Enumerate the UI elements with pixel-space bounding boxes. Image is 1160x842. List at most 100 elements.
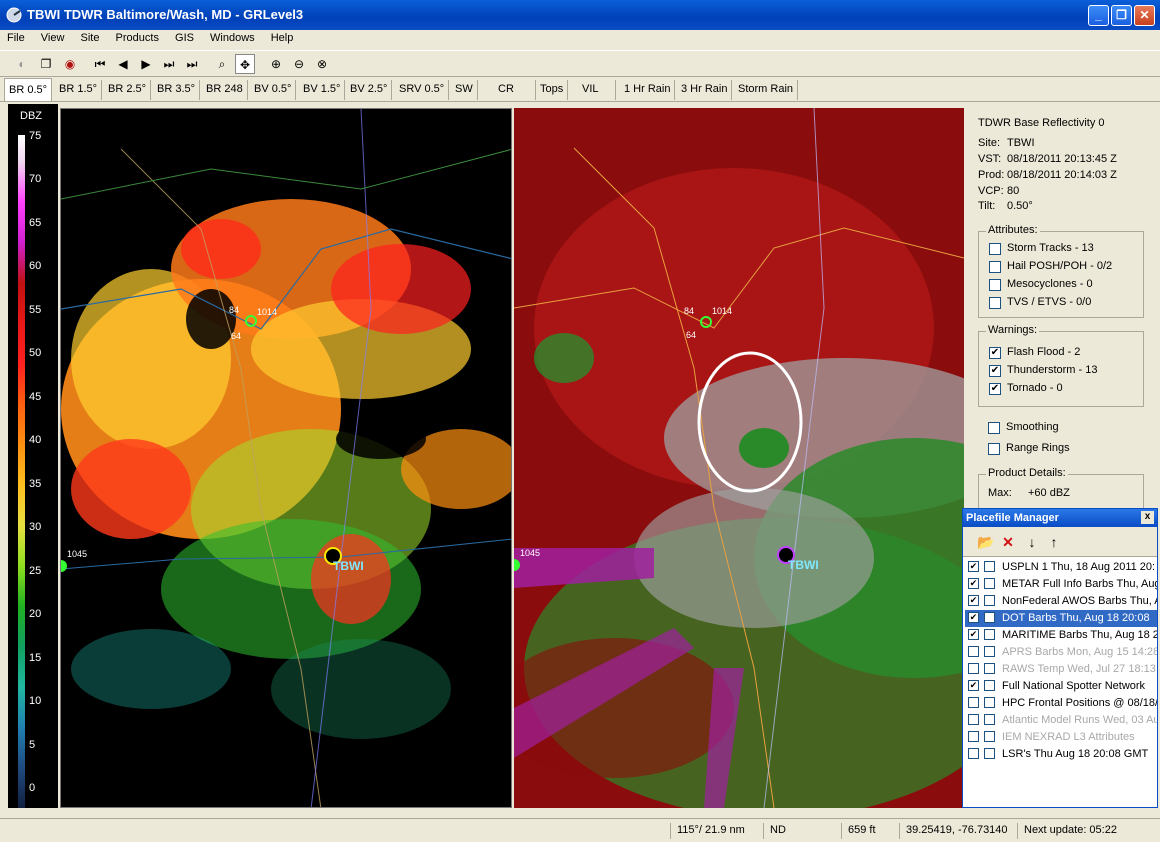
stop-icon[interactable]: ◉ xyxy=(60,54,80,74)
placefile-enable-checkbox[interactable]: ✔ xyxy=(968,629,979,640)
placefile-enable-checkbox[interactable] xyxy=(968,714,979,725)
zoom-out-icon[interactable]: ⊖ xyxy=(289,54,309,74)
tab-tops[interactable]: Tops xyxy=(536,80,569,100)
tab-br-0-5[interactable]: BR 0.5° xyxy=(4,78,53,102)
scale-tick: 30 xyxy=(29,521,42,533)
reflectivity-radar-view[interactable]: 84 1014 64 1045 TBWI xyxy=(60,108,512,808)
placefile-option-checkbox[interactable] xyxy=(984,629,995,640)
placefile-enable-checkbox[interactable]: ✔ xyxy=(968,680,979,691)
placefile-row[interactable]: ✔ USPLN 1 Thu, 18 Aug 2011 20: xyxy=(965,559,1157,576)
minimize-button[interactable]: _ xyxy=(1088,5,1109,26)
tab-storm-rain[interactable]: Storm Rain xyxy=(734,80,799,100)
delete-icon[interactable]: ✕ xyxy=(1000,534,1016,550)
smoothing-checkbox[interactable] xyxy=(988,422,1000,434)
tab-br-2-5[interactable]: BR 2.5° xyxy=(104,80,152,100)
attribute-checkbox[interactable] xyxy=(989,261,1001,273)
move-down-icon[interactable]: ↓ xyxy=(1024,534,1040,550)
placefile-option-checkbox[interactable] xyxy=(984,714,995,725)
zoom-icon[interactable]: ⌕ xyxy=(212,54,232,74)
tab-1-hr-rain[interactable]: 1 Hr Rain xyxy=(620,80,676,100)
move-up-icon[interactable]: ↑ xyxy=(1046,534,1062,550)
menu-view[interactable]: View xyxy=(34,30,71,44)
velocity-radar-view[interactable]: 84 1014 64 1045 TBWI xyxy=(514,108,964,808)
close-button[interactable]: ✕ xyxy=(1134,5,1155,26)
tab-br-1-5[interactable]: BR 1.5° xyxy=(55,80,103,100)
placefile-enable-checkbox[interactable]: ✔ xyxy=(968,578,979,589)
placefile-enable-checkbox[interactable] xyxy=(968,731,979,742)
tab-sw[interactable]: SW xyxy=(451,80,478,100)
placefile-enable-checkbox[interactable]: ✔ xyxy=(968,612,979,623)
placefile-row[interactable]: Atlantic Model Runs Wed, 03 Au xyxy=(965,712,1157,729)
tab-srv-0-5[interactable]: SRV 0.5° xyxy=(395,80,450,100)
placefile-option-checkbox[interactable] xyxy=(984,612,995,623)
menu-windows[interactable]: Windows xyxy=(203,30,261,44)
placefile-option-checkbox[interactable] xyxy=(984,561,995,572)
placefile-enable-checkbox[interactable]: ✔ xyxy=(968,561,979,572)
last-frame-icon[interactable]: ⏭ xyxy=(182,54,202,74)
radar-site-label: TBWI xyxy=(788,558,819,572)
disabled-copy-icon[interactable]: ◐ xyxy=(12,54,32,74)
placefile-enable-checkbox[interactable] xyxy=(968,748,979,759)
placefile-close-button[interactable]: x xyxy=(1141,511,1154,524)
menu-products[interactable]: Products xyxy=(109,30,165,44)
placefile-enable-checkbox[interactable] xyxy=(968,663,979,674)
placefile-title: Placefile Manager xyxy=(966,512,1059,524)
placefile-option-checkbox[interactable] xyxy=(984,748,995,759)
placefile-option-checkbox[interactable] xyxy=(984,680,995,691)
pan-icon[interactable]: ✥ xyxy=(235,54,255,74)
tab-cr[interactable]: CR xyxy=(494,80,536,100)
placefile-row[interactable]: ✔ MARITIME Barbs Thu, Aug 18 2 xyxy=(965,627,1157,644)
vst-label: VST: xyxy=(978,153,1002,165)
tab-bv-0-5[interactable]: BV 0.5° xyxy=(250,80,297,100)
step-back-icon[interactable]: ◀ xyxy=(113,54,133,74)
tab-bv-2-5[interactable]: BV 2.5° xyxy=(346,80,393,100)
tab-br-248[interactable]: BR 248 xyxy=(202,80,248,100)
tilt-label: Tilt: xyxy=(978,200,996,212)
placefile-option-checkbox[interactable] xyxy=(984,646,995,657)
menu-gis[interactable]: GIS xyxy=(168,30,200,44)
placefile-option-checkbox[interactable] xyxy=(984,697,995,708)
attribute-checkbox[interactable] xyxy=(989,243,1001,255)
placefile-option-checkbox[interactable] xyxy=(984,663,995,674)
attribute-checkbox[interactable] xyxy=(989,279,1001,291)
tab-bv-1-5[interactable]: BV 1.5° xyxy=(299,80,346,100)
placefile-option-checkbox[interactable] xyxy=(984,595,995,606)
warning-checkbox[interactable]: ✔ xyxy=(989,365,1001,377)
first-frame-icon[interactable]: ⏮ xyxy=(90,54,110,74)
placefile-option-checkbox[interactable] xyxy=(984,578,995,589)
placefile-row[interactable]: ✔ METAR Full Info Barbs Thu, Aug xyxy=(965,576,1157,593)
menu-file[interactable]: File xyxy=(0,30,31,44)
placefile-row[interactable]: RAWS Temp Wed, Jul 27 18:13 xyxy=(965,661,1157,678)
app-icon xyxy=(6,7,22,23)
zoom-reset-icon[interactable]: ⊗ xyxy=(312,54,332,74)
radar-site-label: TBWI xyxy=(333,559,364,573)
placefile-row[interactable]: HPC Frontal Positions @ 08/18/ xyxy=(965,695,1157,712)
tab-vil[interactable]: VIL xyxy=(578,80,616,100)
placefile-enable-checkbox[interactable]: ✔ xyxy=(968,595,979,606)
step-forward-icon[interactable]: ⏭ xyxy=(159,54,179,74)
open-folder-icon[interactable]: 📂 xyxy=(977,534,994,550)
menu-help[interactable]: Help xyxy=(264,30,300,44)
placefile-row[interactable]: APRS Barbs Mon, Aug 15 14:28 xyxy=(965,644,1157,661)
tab-br-3-5[interactable]: BR 3.5° xyxy=(153,80,201,100)
play-icon[interactable]: ▶ xyxy=(136,54,156,74)
placefile-row[interactable]: IEM NEXRAD L3 Attributes xyxy=(965,729,1157,746)
scale-tick: 20 xyxy=(29,608,42,620)
attribute-checkbox[interactable] xyxy=(989,297,1001,309)
warning-checkbox[interactable]: ✔ xyxy=(989,347,1001,359)
placefile-row[interactable]: ✔ NonFederal AWOS Barbs Thu, A xyxy=(965,593,1157,610)
placefile-row[interactable]: ✔ DOT Barbs Thu, Aug 18 20:08 xyxy=(965,610,1157,627)
placefile-enable-checkbox[interactable] xyxy=(968,646,979,657)
menu-site[interactable]: Site xyxy=(74,30,106,44)
placefile-row[interactable]: ✔ Full National Spotter Network xyxy=(965,678,1157,695)
placefile-row[interactable]: LSR's Thu Aug 18 20:08 GMT xyxy=(965,746,1157,763)
range-rings-checkbox[interactable] xyxy=(988,443,1000,455)
zoom-in-icon[interactable]: ⊕ xyxy=(266,54,286,74)
placefile-enable-checkbox[interactable] xyxy=(968,697,979,708)
maximize-button[interactable]: ❐ xyxy=(1111,5,1132,26)
placefile-option-checkbox[interactable] xyxy=(984,731,995,742)
tab-3-hr-rain[interactable]: 3 Hr Rain xyxy=(677,80,733,100)
warning-checkbox[interactable]: ✔ xyxy=(989,383,1001,395)
scale-label: DBZ xyxy=(20,110,42,122)
copy-icon[interactable]: ❐ xyxy=(36,54,56,74)
